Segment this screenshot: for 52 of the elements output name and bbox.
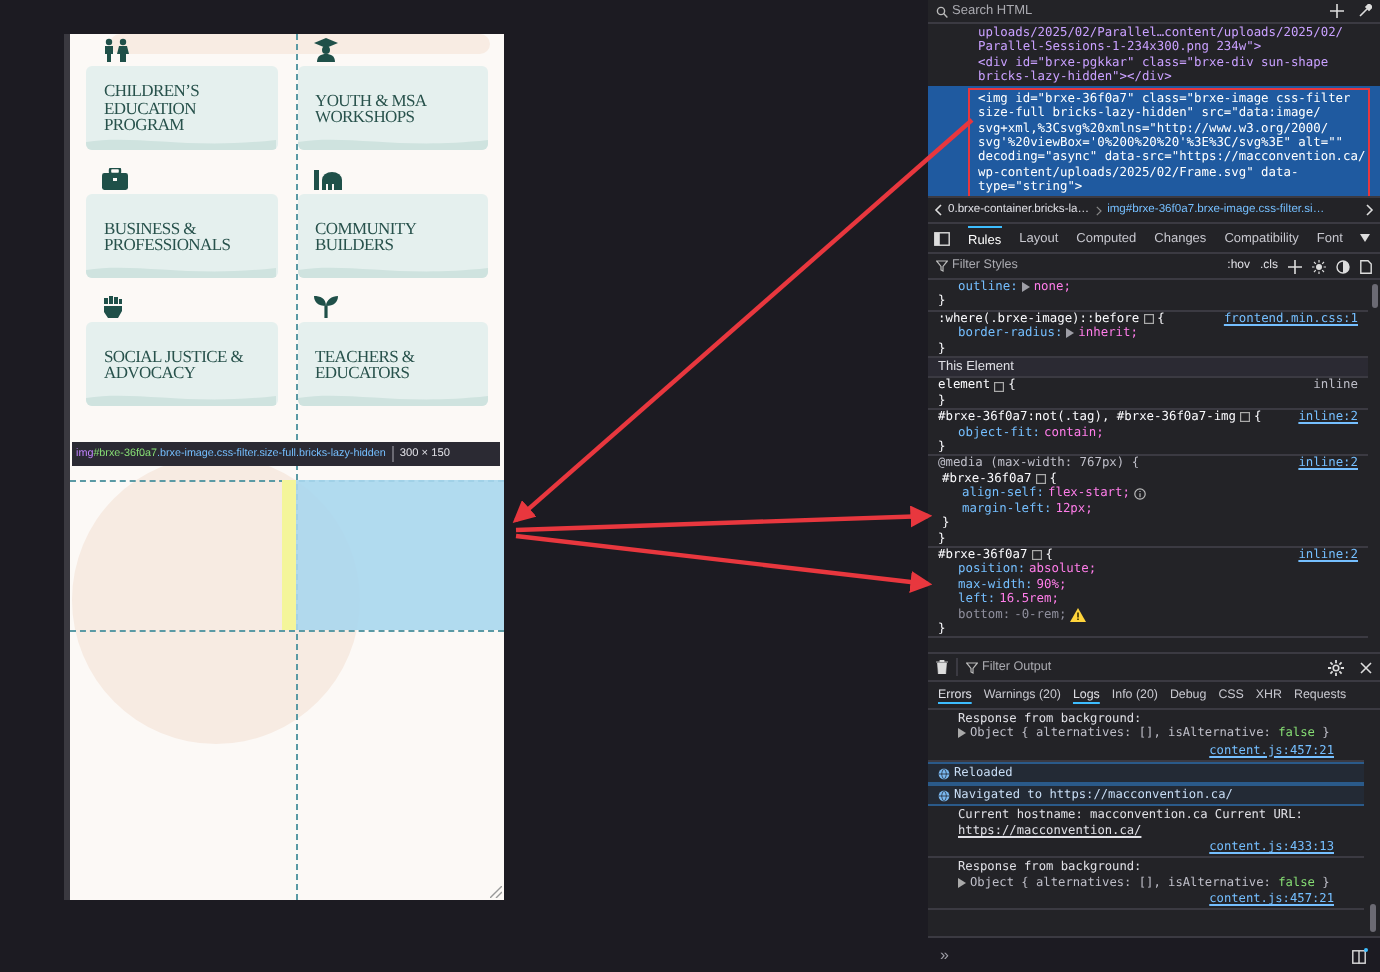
eyedropper-icon[interactable]: [1358, 4, 1372, 18]
globe-icon: [938, 789, 950, 802]
sprout-icon: [313, 294, 337, 318]
card-title: YOUTH & MSA WORKSHOPS: [315, 91, 429, 125]
search-icon: [936, 5, 948, 17]
expand-icon[interactable]: [958, 728, 966, 739]
fist-icon: [102, 294, 124, 318]
close-icon[interactable]: [1360, 661, 1372, 673]
add-icon[interactable]: [1330, 4, 1344, 18]
globe-icon: [938, 767, 950, 780]
expand-triangle-icon[interactable]: [1066, 328, 1075, 339]
expand-triangle-icon[interactable]: [1021, 282, 1030, 293]
scrollbar-thumb[interactable]: [1372, 284, 1378, 308]
settings-icon[interactable]: [1328, 659, 1344, 675]
card-title: BUSINESS & PROFESSIONALS: [104, 219, 233, 253]
program-card[interactable]: COMMUNITY BUILDERS: [297, 194, 488, 278]
resize-handle-icon[interactable]: [490, 886, 502, 898]
program-card[interactable]: TEACHERS & EDUCATORS: [297, 322, 488, 406]
program-card[interactable]: YOUTH & MSA WORKSHOPS: [297, 66, 488, 150]
card-title: COMMUNITY BUILDERS: [315, 219, 419, 253]
split-view-icon[interactable]: [1352, 947, 1368, 963]
scrollbar-thumb[interactable]: [1370, 904, 1376, 932]
filter-icon: [936, 260, 948, 272]
children-icon: [102, 38, 130, 62]
document-icon[interactable]: [1360, 259, 1372, 273]
mosque-icon: [313, 166, 341, 190]
chevron-right-icon[interactable]: [1366, 204, 1374, 216]
add-icon[interactable]: [1288, 259, 1302, 273]
element-box-icon[interactable]: [994, 381, 1005, 392]
card-title: SOCIAL JUSTICE & ADVOCACY: [104, 347, 246, 381]
contrast-icon[interactable]: [1336, 259, 1350, 273]
element-box-icon[interactable]: [1143, 314, 1154, 325]
sun-icon[interactable]: [1312, 259, 1326, 273]
filter-icon: [966, 661, 978, 673]
separator-chevron-icon: [1095, 205, 1102, 215]
program-card[interactable]: CHILDREN’S EDUCATION PROGRAM: [86, 66, 277, 150]
expand-icon[interactable]: [958, 877, 966, 888]
sidebar-toggle-icon[interactable]: [934, 231, 950, 245]
program-card[interactable]: SOCIAL JUSTICE & ADVOCACY: [86, 322, 277, 406]
chevron-left-icon[interactable]: [934, 204, 942, 216]
program-card[interactable]: BUSINESS & PROFESSIONALS: [86, 194, 277, 278]
element-box-icon[interactable]: [1035, 474, 1046, 485]
console-prompt[interactable]: »: [940, 943, 949, 967]
card-title: CHILDREN’S EDUCATION PROGRAM: [104, 82, 202, 134]
trash-icon[interactable]: [936, 660, 948, 674]
element-box-icon[interactable]: [1031, 550, 1042, 561]
briefcase-icon: [102, 168, 128, 190]
element-box-icon[interactable]: [1240, 412, 1251, 423]
info-icon[interactable]: [1134, 487, 1146, 500]
caret-icon[interactable]: [1360, 234, 1371, 242]
card-title: TEACHERS & EDUCATORS: [315, 347, 417, 381]
graduate-icon: [313, 38, 337, 62]
